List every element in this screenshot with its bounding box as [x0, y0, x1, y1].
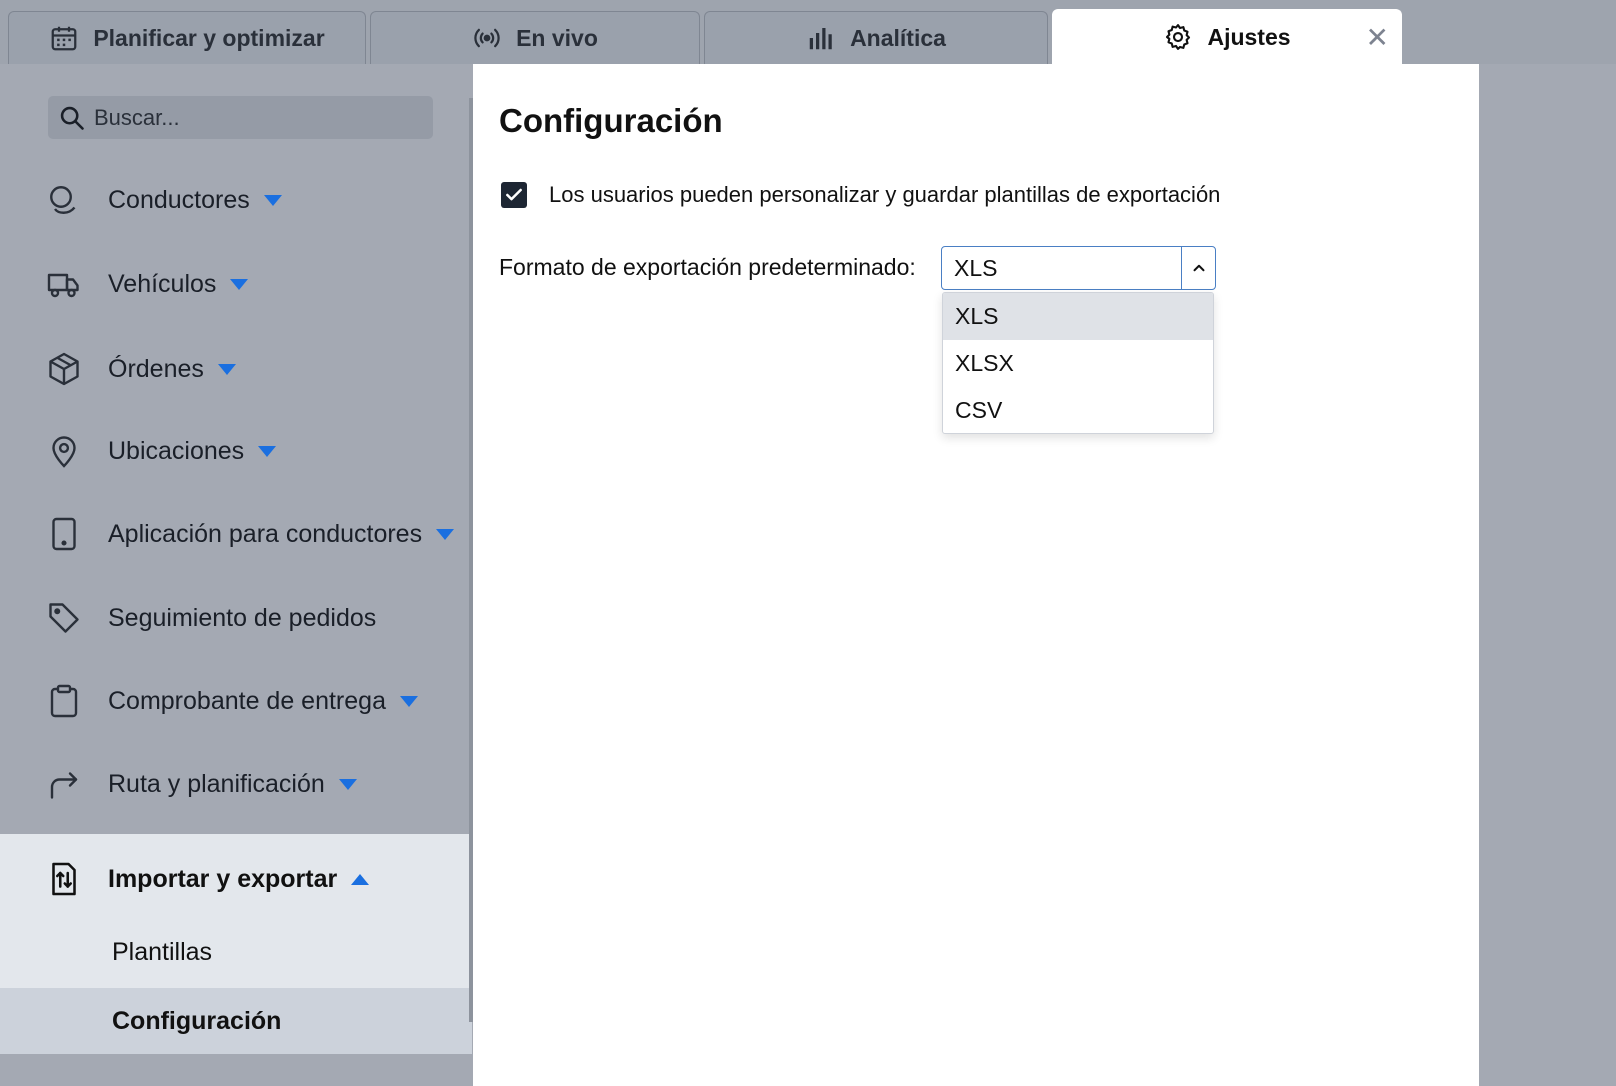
sidebar-item-label: Ruta y planificación: [108, 769, 325, 798]
sidebar-item-label: Conductores: [108, 185, 250, 214]
option-csv[interactable]: CSV: [943, 387, 1213, 433]
chevron-down-icon: [258, 446, 277, 458]
tab-label: En vivo: [516, 24, 598, 51]
sidebar-item-label: Aplicación para conductores: [108, 519, 423, 548]
location-pin-icon: [46, 433, 82, 469]
option-xlsx[interactable]: XLSX: [943, 340, 1213, 387]
chevron-down-icon: [217, 364, 236, 376]
custom-templates-checkbox[interactable]: [501, 182, 527, 208]
close-icon[interactable]: ✕: [1366, 24, 1389, 52]
custom-templates-option: Los usuarios pueden personalizar y guard…: [501, 182, 1220, 208]
sidebar-group-importar-exportar: Importar y exportar Plantillas Configura…: [0, 834, 472, 1054]
chevron-down-icon: [399, 696, 418, 708]
sidebar-subitem-configuracion[interactable]: Configuración: [0, 988, 472, 1054]
chevron-up-icon: [1193, 264, 1204, 272]
sidebar-item-seguimiento[interactable]: Seguimiento de pedidos: [0, 588, 472, 648]
broadcast-icon: [474, 28, 500, 48]
select-value: XLS: [954, 254, 998, 281]
checkmark-icon: [506, 188, 522, 201]
sidebar-item-label: Órdenes: [108, 354, 204, 383]
sidebar-item-label: Importar y exportar: [108, 864, 338, 893]
sidebar-item-label: Vehículos: [108, 269, 217, 298]
chevron-down-icon: [436, 529, 455, 541]
tab-bar: Planificar y optimizar En vivo Analítica…: [0, 0, 1616, 64]
clipboard-icon: [46, 683, 82, 719]
sidebar-item-conductores[interactable]: Conductores: [0, 170, 472, 230]
phone-icon: [46, 516, 82, 552]
search-placeholder: Buscar...: [94, 104, 180, 130]
sidebar-item-label: Seguimiento de pedidos: [108, 603, 377, 632]
export-format-label: Formato de exportación predeterminado:: [499, 254, 916, 280]
chevron-up-icon: [351, 874, 370, 886]
tab-label: Analítica: [850, 24, 946, 51]
tab-planificar[interactable]: Planificar y optimizar: [8, 11, 366, 64]
sidebar: Buscar... Conductores Vehículos Órdenes …: [0, 64, 472, 1086]
box-icon: [46, 351, 82, 387]
sidebar-item-ruta[interactable]: Ruta y planificación: [0, 754, 472, 814]
tab-label: Ajustes: [1207, 23, 1291, 50]
sidebar-item-ordenes[interactable]: Órdenes: [0, 339, 472, 399]
chevron-down-icon: [230, 279, 249, 291]
sidebar-item-aplicacion-conductores[interactable]: Aplicación para conductores: [0, 504, 472, 564]
tag-icon: [46, 600, 82, 636]
chevron-down-icon: [338, 779, 357, 791]
sidebar-item-label: Ubicaciones: [108, 436, 245, 465]
search-icon: [60, 106, 84, 130]
gear-icon: [1166, 24, 1191, 50]
export-format-dropdown: XLS XLSX CSV: [942, 292, 1214, 434]
sidebar-item-importar-exportar[interactable]: Importar y exportar: [0, 842, 472, 916]
tab-ajustes[interactable]: Ajustes ✕: [1052, 9, 1402, 64]
tab-label: Planificar y optimizar: [93, 24, 325, 51]
sidebar-item-ubicaciones[interactable]: Ubicaciones: [0, 421, 472, 481]
checkbox-label: Los usuarios pueden personalizar y guard…: [549, 182, 1221, 207]
route-arrow-icon: [46, 766, 82, 802]
select-toggle-button[interactable]: [1181, 247, 1215, 289]
bar-chart-icon: [809, 28, 832, 50]
tab-en-vivo[interactable]: En vivo: [370, 11, 700, 64]
sidebar-item-vehiculos[interactable]: Vehículos: [0, 254, 472, 314]
driver-icon: [46, 182, 82, 218]
import-export-icon: [46, 861, 82, 897]
page-title: Configuración: [499, 102, 723, 139]
tab-analitica[interactable]: Analítica: [704, 11, 1048, 64]
option-xls[interactable]: XLS: [943, 293, 1213, 340]
settings-panel: Configuración Los usuarios pueden person…: [473, 64, 1479, 1086]
export-format-select[interactable]: XLS: [941, 246, 1216, 290]
chevron-down-icon: [263, 195, 282, 207]
sidebar-subitem-plantillas[interactable]: Plantillas: [0, 919, 472, 985]
truck-icon: [46, 266, 82, 302]
search-input[interactable]: Buscar...: [48, 96, 433, 139]
sidebar-item-comprobante[interactable]: Comprobante de entrega: [0, 671, 472, 731]
calendar-icon: [51, 26, 77, 51]
sidebar-item-label: Comprobante de entrega: [108, 686, 386, 715]
